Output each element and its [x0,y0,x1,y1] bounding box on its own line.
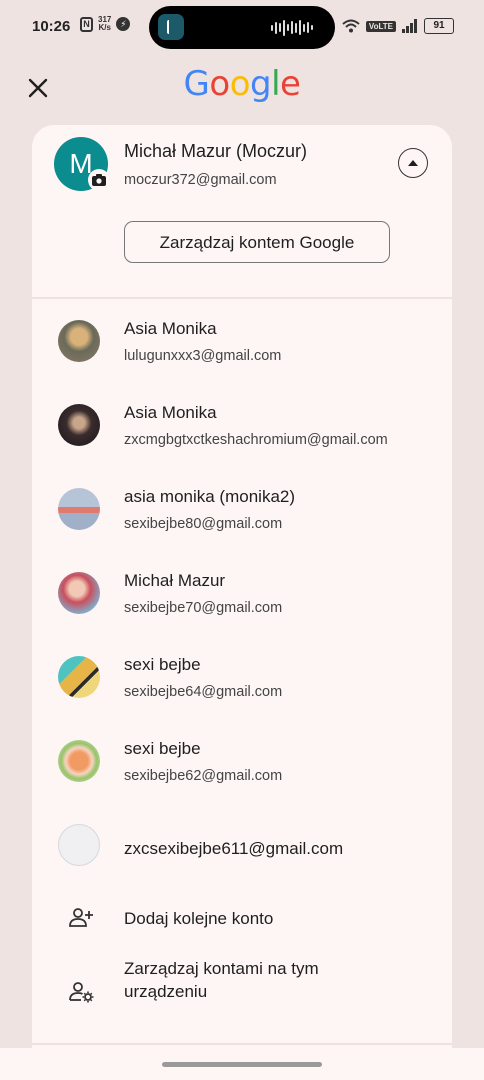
collapse-accounts-button[interactable] [398,148,428,178]
app-icon [158,14,184,40]
logo-letter: e [280,64,301,104]
network-speed: 317 K/s [98,16,111,32]
wifi-icon [342,19,360,33]
navigation-handle[interactable] [162,1062,322,1067]
account-item[interactable]: Michał Mazur sexibejbe70@gmail.com [32,553,452,637]
account-email: sexibejbe70@gmail.com [124,600,283,616]
logo-letter: g [250,64,272,104]
avatar [58,488,100,530]
account-email: sexibejbe64@gmail.com [124,684,283,700]
network-speed-unit: K/s [98,23,111,32]
account-item[interactable]: sexi bejbe sexibejbe64@gmail.com [32,637,452,721]
add-account-button[interactable]: Dodaj kolejne konto [32,889,452,949]
account-name: Asia Monika [124,403,217,422]
account-item[interactable]: Asia Monika zxcmgbgtxctkeshachromium@gma… [32,385,452,469]
account-name: sexi bejbe [124,739,201,758]
volte-badge: VoLTE [365,20,396,32]
account-email: sexibejbe80@gmail.com [124,516,283,532]
status-bar: 10:26 N 317 K/s ⚡ VoLTE 91 [0,0,484,56]
account-item[interactable]: asia monika (monika2) sexibejbe80@gmail.… [32,469,452,553]
account-name: zxcsexibejbe611@gmail.com [124,839,344,858]
account-name: asia monika (monika2) [124,487,296,506]
account-email: lulugunxxx3@gmail.com [124,348,282,364]
accounts-list: Asia Monika lulugunxxx3@gmail.com Asia M… [32,301,452,1039]
signal-icon [402,19,417,33]
manage-accounts-button[interactable]: Zarządzaj kontami na tym urządzeniu [32,949,452,1039]
logo-letter: l [271,64,281,104]
avatar [58,404,100,446]
account-email: zxcmgbgtxctkeshachromium@gmail.com [124,432,388,448]
account-email: sexibejbe62@gmail.com [124,768,283,784]
dynamic-island[interactable] [149,6,335,49]
avatar [58,740,100,782]
divider [32,1043,452,1045]
divider [32,297,452,299]
avatar [58,320,100,362]
manage-accounts-label: Zarządzaj kontami na tym urządzeniu [124,959,319,1001]
avatar [58,572,100,614]
primary-account: M Michał Mazur (Moczur) moczur372@gmail.… [32,125,452,299]
account-switcher-card: M Michał Mazur (Moczur) moczur372@gmail.… [32,125,452,1055]
account-item[interactable]: zxcsexibejbe611@gmail.com [32,805,452,889]
messenger-icon: ⚡ [116,17,131,31]
add-person-icon [69,908,93,927]
status-system-icons: VoLTE 91 [342,18,454,34]
logo-letter: G [183,64,210,104]
account-item[interactable]: sexi bejbe sexibejbe62@gmail.com [32,721,452,805]
logo-letter: o [229,64,251,104]
camera-icon[interactable] [88,169,110,191]
status-notification-icons: N 317 K/s ⚡ [80,16,131,32]
avatar [58,824,100,866]
add-account-label: Dodaj kolejne konto [124,909,274,928]
primary-account-name: Michał Mazur (Moczur) [124,141,308,161]
account-name: Michał Mazur [124,571,226,590]
avatar [58,656,100,698]
nfc-icon: N [80,16,93,32]
account-name: Asia Monika [124,319,217,338]
account-name: sexi bejbe [124,655,201,674]
primary-account-email: moczur372@gmail.com [124,172,277,188]
account-item[interactable]: Asia Monika lulugunxxx3@gmail.com [32,301,452,385]
manage-google-account-button[interactable]: Zarządzaj kontem Google [124,221,390,263]
battery-icon: 91 [424,18,454,34]
google-logo: Google [0,64,484,104]
status-time: 10:26 [32,18,71,35]
manage-accounts-icon [69,982,94,1003]
chevron-up-icon [408,160,418,166]
logo-letter: o [209,64,230,104]
audio-wave-icon [271,19,313,36]
